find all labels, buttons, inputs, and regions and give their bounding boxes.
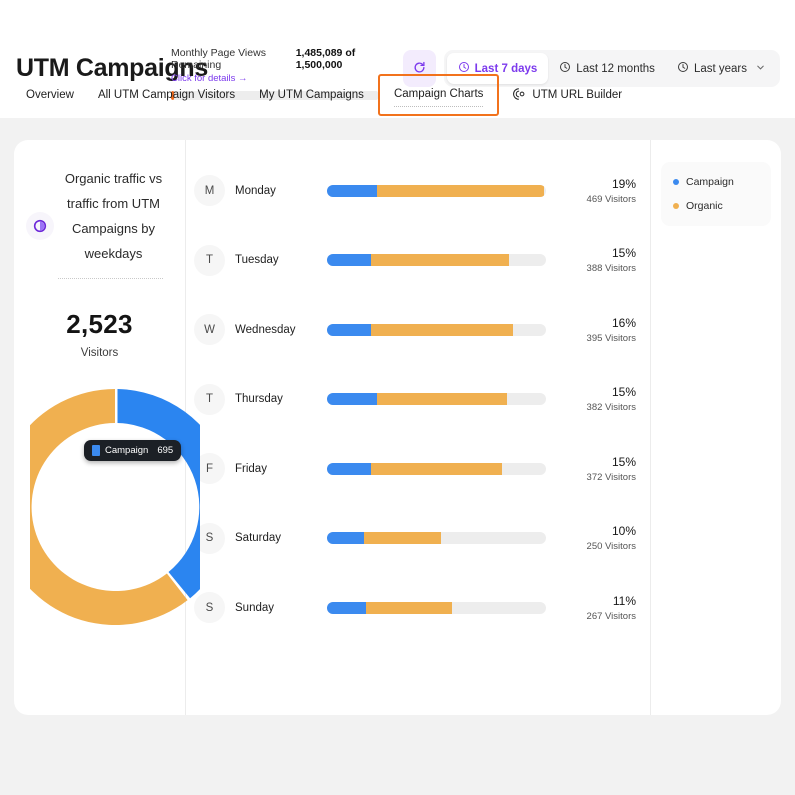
row-stats: 10% 250 Visitors xyxy=(560,524,636,552)
tab-all-utm-campaign-visitors[interactable]: All UTM Campaign Visitors xyxy=(86,81,247,109)
day-label: Sunday xyxy=(235,601,275,614)
bar-segment-campaign xyxy=(327,532,365,545)
summary-panel: Organic traffic vs traffic from UTM Camp… xyxy=(14,140,234,715)
row-stats: 16% 395 Visitors xyxy=(560,316,636,344)
legend-label: Campaign xyxy=(686,176,734,188)
tooltip-value: 695 xyxy=(157,445,174,456)
stacked-bar xyxy=(327,601,546,614)
table-row[interactable]: S Saturday 10% 250 Visitors xyxy=(186,504,650,574)
quota-count: 1,485,089 of 1,500,000 xyxy=(295,47,356,71)
bar-segment-campaign xyxy=(327,601,367,614)
donut-chart-icon xyxy=(26,212,54,240)
day-label: Thursday xyxy=(235,393,283,406)
donut-tooltip: Campaign 695 xyxy=(84,440,182,461)
bar-segment-campaign xyxy=(327,254,371,267)
legend-item-organic[interactable]: Organic xyxy=(673,200,759,212)
total-visitors-value: 2,523 xyxy=(66,309,133,339)
row-visitors: 395 Visitors xyxy=(586,332,636,344)
table-row[interactable]: T Thursday 15% 382 Visitors xyxy=(186,365,650,435)
stacked-bar xyxy=(327,393,546,406)
tooltip-swatch-icon xyxy=(92,445,100,456)
panel-divider xyxy=(58,278,163,279)
content-area: Organic traffic vs traffic from UTM Camp… xyxy=(0,118,795,795)
day-label: Friday xyxy=(235,462,267,475)
stacked-bar xyxy=(327,462,546,475)
row-stats: 11% 267 Visitors xyxy=(560,594,636,622)
row-percent: 10% xyxy=(611,524,636,539)
panel-title: Organic traffic vs traffic from UTM Camp… xyxy=(64,171,163,261)
tab-label: My UTM Campaigns xyxy=(259,89,364,101)
legend-box: Campaign Organic xyxy=(661,162,771,226)
donut-svg xyxy=(14,389,234,625)
bar-segment-campaign xyxy=(327,462,371,475)
tab-utm-url-builder[interactable]: UTM URL Builder xyxy=(501,79,634,112)
tooltip-series-label: Campaign xyxy=(105,445,149,456)
table-row[interactable]: S Sunday 11% 267 Visitors xyxy=(186,573,650,643)
bar-segment-organic xyxy=(370,462,503,475)
bar-segment-organic xyxy=(377,393,507,406)
row-visitors: 372 Visitors xyxy=(586,471,636,483)
row-percent: 15% xyxy=(611,454,636,469)
stacked-bar xyxy=(327,532,546,545)
weekday-rows: M Monday 19% 469 Visitors T Tuesday 15% … xyxy=(186,140,651,715)
chart-card: Organic traffic vs traffic from UTM Camp… xyxy=(14,140,781,715)
row-stats: 15% 372 Visitors xyxy=(560,455,636,483)
tab-label: Campaign Charts xyxy=(393,88,484,100)
bar-segment-organic xyxy=(370,323,514,336)
table-row[interactable]: F Friday 15% 372 Visitors xyxy=(186,434,650,504)
target-link-icon xyxy=(513,87,527,104)
row-stats: 19% 469 Visitors xyxy=(560,177,636,205)
legend-panel: Campaign Organic xyxy=(651,140,781,715)
tab-campaign-charts[interactable]: Campaign Charts xyxy=(377,74,500,116)
legend-item-campaign[interactable]: Campaign xyxy=(673,176,759,188)
row-visitors: 250 Visitors xyxy=(586,541,636,553)
bar-segment-campaign xyxy=(327,184,378,197)
legend-label: Organic xyxy=(686,200,723,212)
total-visitors-label: Visitors xyxy=(80,347,119,359)
row-visitors: 388 Visitors xyxy=(586,263,636,275)
row-percent: 11% xyxy=(612,593,636,608)
row-percent: 19% xyxy=(611,176,636,191)
tab-label: UTM URL Builder xyxy=(532,89,623,101)
donut-slice-campaign xyxy=(117,389,234,599)
day-initial-badge: W xyxy=(194,314,225,346)
bar-segment-organic xyxy=(377,184,544,197)
legend-dot-icon xyxy=(673,203,679,209)
bar-segment-organic xyxy=(366,601,452,614)
day-label: Saturday xyxy=(235,532,282,545)
table-row[interactable]: M Monday 19% 469 Visitors xyxy=(186,156,650,226)
quota-top-row: Monthly Page Views Remaining 1,485,089 o… xyxy=(171,47,381,71)
row-visitors: 267 Visitors xyxy=(586,610,636,622)
day-initial-badge: M xyxy=(194,175,225,207)
row-stats: 15% 382 Visitors xyxy=(560,385,636,413)
tab-my-utm-campaigns[interactable]: My UTM Campaigns xyxy=(247,81,376,109)
row-visitors: 469 Visitors xyxy=(586,193,636,205)
row-visitors: 382 Visitors xyxy=(586,402,636,414)
row-percent: 15% xyxy=(611,246,636,261)
row-percent: 15% xyxy=(611,385,636,400)
bar-segment-campaign xyxy=(327,393,378,406)
bar-segment-campaign xyxy=(327,323,371,336)
day-label: Monday xyxy=(235,184,276,197)
tab-label: Overview xyxy=(26,89,74,101)
tab-overview[interactable]: Overview xyxy=(14,81,86,109)
day-label: Tuesday xyxy=(235,254,279,267)
legend-dot-icon xyxy=(673,179,679,185)
day-label: Wednesday xyxy=(235,323,296,336)
tab-bar: Overview All UTM Campaign Visitors My UT… xyxy=(0,72,795,118)
table-row[interactable]: T Tuesday 15% 388 Visitors xyxy=(186,226,650,296)
donut-chart[interactable]: Campaign 695 xyxy=(14,377,234,637)
page-header: UTM Campaigns Monthly Page Views Remaini… xyxy=(0,0,795,118)
row-stats: 15% 388 Visitors xyxy=(560,246,636,274)
quota-label: Monthly Page Views Remaining xyxy=(171,47,266,71)
bar-segment-organic xyxy=(370,254,509,267)
table-row[interactable]: W Wednesday 16% 395 Visitors xyxy=(186,295,650,365)
tab-label: All UTM Campaign Visitors xyxy=(97,89,236,101)
bar-segment-organic xyxy=(364,532,441,545)
stacked-bar xyxy=(327,254,546,267)
day-initial-badge: T xyxy=(194,244,225,276)
row-percent: 16% xyxy=(611,315,636,330)
stacked-bar xyxy=(327,184,546,197)
stacked-bar xyxy=(327,323,546,336)
